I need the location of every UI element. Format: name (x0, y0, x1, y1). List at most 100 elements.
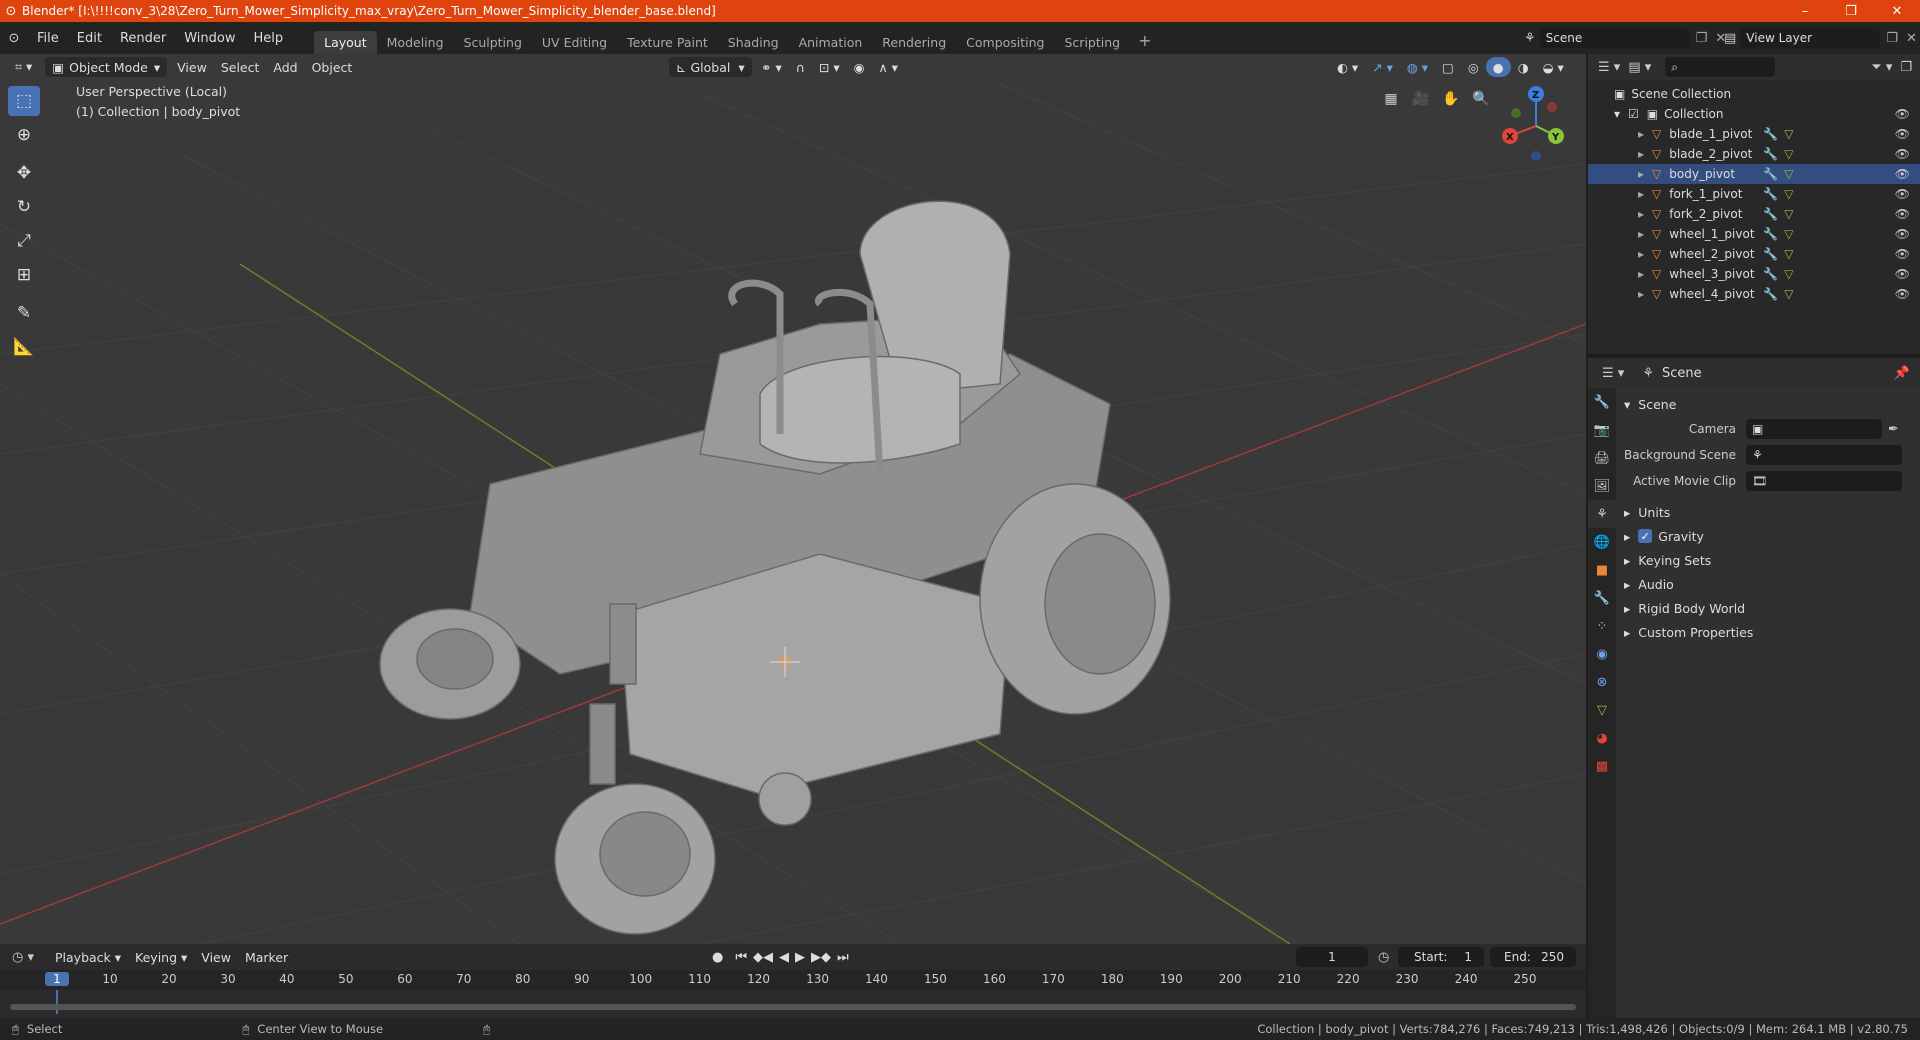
scene-panel-header[interactable]: ▾ Scene (1624, 392, 1914, 416)
navigation-gizmo[interactable]: Z X Y (1496, 84, 1576, 164)
start-frame-field[interactable]: Start: 1 (1398, 947, 1484, 967)
scale-tool-icon[interactable]: ⤢ (8, 226, 40, 256)
mesh-data-icon[interactable]: ▽ (1784, 187, 1793, 201)
outliner-item[interactable]: ▸ ▽ wheel_4_pivot 🔧 ▽ 👁 (1588, 284, 1920, 304)
tab-layout[interactable]: Layout (314, 31, 377, 54)
menu-keying[interactable]: Keying ▾ (128, 947, 194, 967)
gizmo-icon[interactable]: ↗ ▾ (1365, 57, 1400, 77)
rotate-tool-icon[interactable]: ↻ (8, 192, 40, 222)
disclosure-triangle-icon[interactable]: ▸ (1638, 167, 1644, 181)
modifier-icon[interactable]: 🔧 (1763, 207, 1778, 221)
active-movie-clip-field[interactable]: 🎞 (1746, 471, 1902, 491)
modifier-icon[interactable]: 🔧 (1763, 267, 1778, 281)
eyedropper-icon[interactable]: ✒ (1888, 422, 1899, 437)
close-button[interactable]: ✕ (1874, 4, 1920, 19)
modifier-icon[interactable]: 🔧 (1763, 287, 1778, 301)
snap-icon[interactable]: ∩ (789, 57, 812, 77)
tab-rendering[interactable]: Rendering (872, 31, 956, 54)
timeline-ruler[interactable]: 1 10 20 30 40 50 60 70 80 90 100 110 120 130 140 150 160… (0, 970, 1586, 990)
disclosure-triangle-icon[interactable]: ▸ (1638, 227, 1644, 241)
render-tab-icon[interactable]: 📷 (1588, 416, 1616, 444)
modifier-icon[interactable]: 🔧 (1763, 147, 1778, 161)
timeline-scrollbar[interactable] (10, 1004, 1576, 1010)
eye-icon[interactable]: 👁 (1895, 167, 1910, 181)
mesh-data-icon[interactable]: ▽ (1784, 247, 1793, 261)
mesh-data-icon[interactable]: ▽ (1784, 207, 1793, 221)
record-icon[interactable]: ● (712, 950, 723, 965)
mesh-data-icon[interactable]: ▽ (1784, 147, 1793, 161)
jump-end-icon[interactable]: ⏭ (837, 950, 849, 965)
disclosure-triangle-icon[interactable]: ▸ (1638, 247, 1644, 261)
tab-uv-editing[interactable]: UV Editing (532, 31, 617, 54)
rendered-shading-icon[interactable]: ◒ ▾ (1536, 57, 1571, 77)
outliner-item[interactable]: ▸ ▽ fork_2_pivot 🔧 ▽ 👁 (1588, 204, 1920, 224)
eye-icon[interactable]: 👁 (1895, 107, 1910, 121)
cursor-tool-icon[interactable]: ⊕ (8, 120, 40, 150)
timeline-editor-icon[interactable]: ◷ ▾ (12, 950, 34, 965)
scene-tab-icon[interactable]: ⚘ (1588, 500, 1616, 528)
tool-tab-icon[interactable]: 🔧 (1588, 388, 1616, 416)
new-scene-icon[interactable]: ❐ (1696, 31, 1708, 46)
tab-shading[interactable]: Shading (718, 31, 789, 54)
play-reverse-icon[interactable]: ◀ (779, 950, 789, 965)
outliner-editor-icon[interactable]: ☰ ▾ (1598, 60, 1620, 75)
keying-sets-panel[interactable]: ▸ Keying Sets (1624, 548, 1914, 572)
zoom-icon[interactable]: 🔍 (1468, 86, 1494, 112)
end-frame-field[interactable]: End: 250 (1490, 947, 1576, 967)
outliner-item[interactable]: ▸ ▽ blade_1_pivot 🔧 ▽ 👁 (1588, 124, 1920, 144)
eye-icon[interactable]: 👁 (1895, 187, 1910, 201)
clock-icon[interactable]: ◷ (1378, 950, 1389, 965)
menu-help[interactable]: Help (245, 31, 293, 46)
outliner-item[interactable]: ▸ ▽ wheel_3_pivot 🔧 ▽ 👁 (1588, 264, 1920, 284)
next-keyframe-icon[interactable]: ▶◆ (811, 950, 831, 965)
custom-properties-panel[interactable]: ▸ Custom Properties (1624, 620, 1914, 644)
proportional-edit-icon[interactable]: ◉ (847, 57, 872, 77)
disclosure-triangle-icon[interactable]: ▸ (1638, 267, 1644, 281)
tab-scripting[interactable]: Scripting (1055, 31, 1131, 54)
wireframe-shading-icon[interactable]: ◎ (1461, 57, 1486, 77)
world-tab-icon[interactable]: 🌐 (1588, 528, 1616, 556)
outliner-search-input[interactable]: ⌕ (1665, 57, 1776, 77)
new-view-layer-icon[interactable]: ❐ (1886, 31, 1898, 46)
prev-keyframe-icon[interactable]: ◆◀ (753, 950, 773, 965)
camera-field[interactable]: ▣ (1746, 419, 1882, 439)
disclosure-triangle-icon[interactable]: ▸ (1638, 287, 1644, 301)
disclosure-triangle-icon[interactable]: ▸ (1638, 187, 1644, 201)
disclosure-triangle-icon[interactable]: ▸ (1638, 147, 1644, 161)
mesh-data-icon[interactable]: ▽ (1784, 287, 1793, 301)
playhead-line[interactable] (56, 990, 58, 1014)
annotate-tool-icon[interactable]: ✎ (8, 298, 40, 328)
physics-tab-icon[interactable]: ◉ (1588, 640, 1616, 668)
solid-shading-icon[interactable]: ● (1485, 57, 1511, 77)
tab-texture-paint[interactable]: Texture Paint (617, 31, 718, 54)
menu-add[interactable]: Add (266, 57, 304, 77)
tab-sculpting[interactable]: Sculpting (454, 31, 532, 54)
display-mode-icon[interactable]: ▤ ▾ (1628, 60, 1651, 75)
eye-icon[interactable]: 👁 (1895, 247, 1910, 261)
move-tool-icon[interactable]: ✥ (8, 158, 40, 188)
disclosure-triangle-icon[interactable]: ▸ (1638, 207, 1644, 221)
eye-icon[interactable]: 👁 (1895, 287, 1910, 301)
pan-hand-icon[interactable]: ✋ (1438, 86, 1464, 112)
particles-tab-icon[interactable]: ⁘ (1588, 612, 1616, 640)
texture-tab-icon[interactable]: ▩ (1588, 752, 1616, 780)
menu-render[interactable]: Render (111, 31, 175, 46)
collection-row[interactable]: ▾ ☑ ▣ Collection 👁 (1588, 104, 1920, 124)
tab-compositing[interactable]: Compositing (956, 31, 1054, 54)
data-tab-icon[interactable]: ▽ (1588, 696, 1616, 724)
properties-editor-icon[interactable]: ☰ ▾ (1602, 366, 1624, 381)
blender-menu-icon[interactable]: ⊙ (0, 31, 28, 46)
mesh-data-icon[interactable]: ▽ (1784, 267, 1793, 281)
constraints-tab-icon[interactable]: ⊗ (1588, 668, 1616, 696)
gravity-checkbox[interactable]: ✓ (1638, 529, 1653, 543)
outliner-item[interactable]: ▸ ▽ fork_1_pivot 🔧 ▽ 👁 (1588, 184, 1920, 204)
menu-edit[interactable]: Edit (68, 31, 111, 46)
maximize-button[interactable]: ❐ (1828, 4, 1874, 19)
disclosure-triangle-icon[interactable]: ▾ (1614, 107, 1620, 121)
modifier-icon[interactable]: 🔧 (1763, 247, 1778, 261)
background-scene-field[interactable]: ⚘ (1746, 445, 1902, 465)
rigid-body-world-panel[interactable]: ▸ Rigid Body World (1624, 596, 1914, 620)
grid-view-icon[interactable]: ▦ (1378, 86, 1404, 112)
falloff-icon[interactable]: ∧ ▾ (872, 57, 905, 77)
modifier-icon[interactable]: 🔧 (1763, 227, 1778, 241)
